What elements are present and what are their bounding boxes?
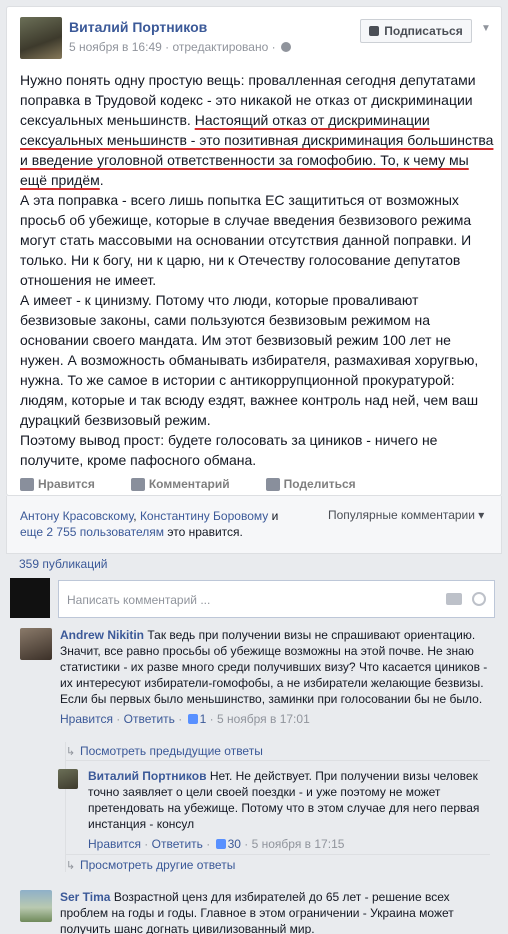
like-count-icon [187, 714, 198, 724]
comment-footer: Нравится · Ответить · 1 · 5 ноября в 17:… [60, 712, 310, 726]
subscribe-button[interactable]: Подписаться [360, 19, 472, 43]
comment-composer: Написать комментарий ... [10, 578, 495, 618]
comment-date[interactable]: 5 ноября в 17:15 [252, 837, 345, 851]
publications-count[interactable]: 359 публикаций [19, 557, 108, 571]
reply-arrow-icon: ↳ [66, 746, 76, 758]
comment-input[interactable]: Написать комментарий ... [58, 580, 495, 618]
camera-icon[interactable] [446, 593, 462, 605]
post-text: Нужно понять одну простую вещь: провалле… [20, 70, 495, 470]
post-paragraph: А эта поправка - всего лишь попытка ЕС з… [20, 192, 472, 288]
commenter-avatar[interactable] [20, 628, 52, 660]
post-paragraph: Поэтому вывод прост: будете голосовать з… [20, 432, 438, 468]
commenter-avatar[interactable] [20, 890, 52, 922]
like-count-icon [215, 839, 226, 849]
comment-like-count[interactable]: 30 [228, 837, 241, 851]
post-card: Виталий Портников 5 ноября в 16:49 · отр… [6, 6, 502, 496]
post-meta: 5 ноября в 16:49 · отредактировано · [69, 40, 291, 54]
others-link[interactable]: еще 2 755 пользователям [20, 525, 164, 539]
comment-like-link[interactable]: Нравится [60, 712, 113, 726]
view-previous-replies[interactable]: ↳ Посмотреть предыдущие ответы [66, 744, 263, 758]
globe-icon [280, 42, 291, 52]
chevron-down-icon[interactable]: ▼ [481, 23, 491, 34]
comment-icon [130, 477, 145, 491]
comment-text: Возрастной ценз для избирателей до 65 ле… [60, 890, 454, 934]
divider [66, 854, 490, 855]
rss-icon [369, 26, 380, 36]
user-avatar [10, 578, 50, 618]
popular-comments-dropdown[interactable]: Популярные комментарии ▾ [328, 508, 484, 522]
comment-button[interactable]: Комментарий [130, 477, 230, 491]
edited-label: · отредактировано · [161, 40, 276, 54]
comment-date[interactable]: 5 ноября в 17:01 [217, 712, 310, 726]
post-date[interactable]: 5 ноября в 16:49 [69, 40, 162, 54]
likes-summary: Антону Красовскому, Константину Боровому… [6, 496, 502, 554]
post-paragraph: Нужно понять одну простую вещь: провалле… [20, 72, 494, 188]
commenter-name[interactable]: Andrew Nikitin [60, 628, 144, 642]
comment-footer: Нравится · Ответить · 30 · 5 ноября в 17… [88, 837, 345, 851]
reply-arrow-icon: ↳ [66, 860, 76, 872]
liker-link[interactable]: Константину Боровому [140, 509, 268, 523]
comment-like-link[interactable]: Нравится [88, 837, 141, 851]
share-icon [265, 477, 280, 491]
post-paragraph: А имеет - к цинизму. Потому что люди, ко… [20, 292, 479, 428]
author-avatar[interactable] [20, 17, 62, 59]
liker-link[interactable]: Антону Красовскому [20, 509, 133, 523]
comment-reply-link[interactable]: Ответить [124, 712, 175, 726]
thumbs-up-icon [20, 477, 34, 491]
author-name[interactable]: Виталий Портников [69, 19, 207, 35]
divider [66, 760, 490, 761]
like-button[interactable]: Нравится [20, 477, 95, 491]
subscribe-label: Подписаться [384, 24, 463, 38]
reply-thread-line [65, 742, 66, 872]
commenter-name[interactable]: Ser Tima [60, 890, 110, 904]
likes-text: Антону Красовскому, Константину Боровому… [20, 509, 279, 539]
emoji-icon[interactable] [472, 592, 486, 606]
comment-reply-link[interactable]: Ответить [152, 837, 203, 851]
post-actions: Нравится Комментарий Поделиться [20, 477, 392, 491]
commenter-avatar[interactable] [58, 769, 78, 789]
view-other-replies[interactable]: ↳ Просмотреть другие ответы [66, 858, 235, 872]
share-button[interactable]: Поделиться [265, 477, 356, 491]
commenter-name[interactable]: Виталий Портников [88, 769, 207, 783]
